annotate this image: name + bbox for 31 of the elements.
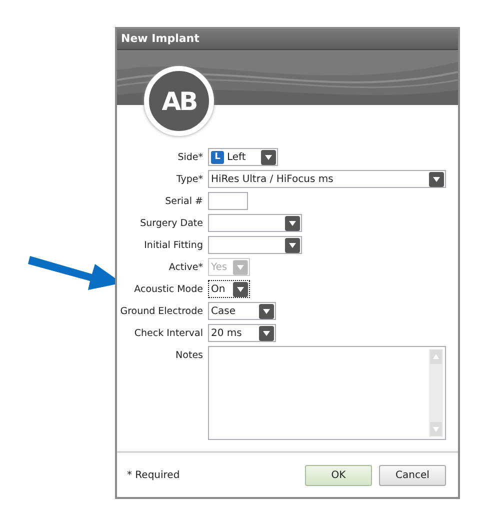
dropdown-value: On <box>211 284 226 294</box>
dropdown-value: Case <box>211 306 236 316</box>
scrollbar[interactable] <box>429 349 443 437</box>
field-label: Type* <box>175 173 203 187</box>
ok-button[interactable]: OK <box>305 464 372 486</box>
dropdown[interactable] <box>208 236 302 254</box>
window-title: New Implant <box>117 29 458 50</box>
dropdown[interactable]: HiRes Ultra / HiFocus ms <box>208 170 446 188</box>
dropdown[interactable]: Case <box>208 302 276 320</box>
field-label: Ground Electrode <box>119 305 203 319</box>
field-label: Serial # <box>164 195 203 209</box>
dropdown[interactable]: 20 ms <box>208 324 276 342</box>
cancel-button[interactable]: Cancel <box>379 464 446 486</box>
required-note: * Required <box>127 470 180 480</box>
field-label: Check Interval <box>133 327 203 341</box>
field-label: Notes <box>174 349 203 363</box>
dropdown[interactable] <box>208 214 302 232</box>
field-label: Initial Fitting <box>143 239 203 253</box>
dropdown-value: Left <box>227 152 246 162</box>
dropdown-value: HiRes Ultra / HiFocus ms <box>211 174 334 184</box>
field-label: Surgery Date <box>139 217 203 231</box>
dropdown[interactable]: On <box>208 280 250 298</box>
serial-field[interactable] <box>208 192 248 210</box>
field-label: Side* <box>176 151 203 165</box>
dropdown-value: 20 ms <box>211 328 242 338</box>
field-label: Active* <box>168 261 203 275</box>
dropdown-value: Yes <box>211 262 228 272</box>
side-badge-icon: L <box>211 150 224 164</box>
dropdown[interactable]: L Left <box>208 148 278 166</box>
field-label: Acoustic Mode <box>133 283 203 297</box>
notes-field[interactable] <box>208 346 446 440</box>
